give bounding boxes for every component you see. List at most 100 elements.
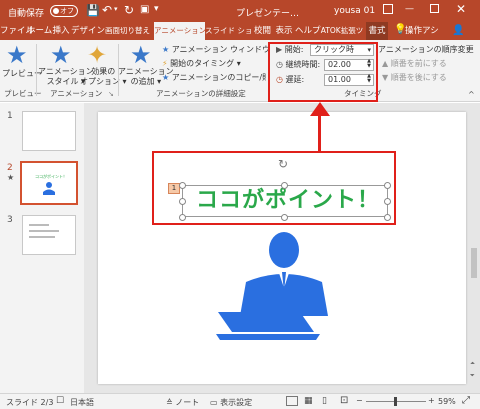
present-icon[interactable]: ▣: [140, 4, 149, 15]
user-name[interactable]: yousa 01: [334, 6, 375, 16]
callout-arrow-icon: [310, 102, 330, 116]
fit-to-window-icon[interactable]: ⤢: [462, 395, 470, 406]
powerpoint-window: 自動保存 オフ 💾 ↶ ▾ ↻ ▣ ▾ プレゼンテー… yousa 01 — ✕…: [0, 0, 480, 409]
thumbnail-figure: [43, 182, 55, 195]
tab-file[interactable]: ファイル: [0, 22, 34, 40]
normal-view-icon[interactable]: [286, 396, 298, 406]
tab-insert[interactable]: 挿入: [51, 22, 71, 40]
title-bar: 自動保存 オフ 💾 ↶ ▾ ↻ ▣ ▾ プレゼンテー… yousa 01 — ✕: [0, 0, 480, 22]
tab-animations[interactable]: アニメーション: [154, 22, 206, 40]
animation-window-icon: ★: [162, 45, 170, 54]
callout-arrow-line: [318, 112, 321, 152]
document-title: プレゼンテー…: [236, 9, 300, 19]
zoom-in-icon[interactable]: +: [428, 396, 435, 405]
autosave-label: 自動保存: [8, 9, 45, 19]
timing-highlight-box: [268, 42, 378, 102]
tab-view[interactable]: 表示: [273, 22, 295, 40]
maximize-icon[interactable]: [430, 4, 439, 13]
tab-review[interactable]: 校閲: [252, 22, 273, 40]
effect-options-icon[interactable]: ✦: [87, 43, 107, 67]
trigger-button[interactable]: ⚡ 開始のタイミング ▾: [162, 58, 241, 69]
zoom-level[interactable]: 59%: [438, 397, 456, 406]
tab-atok[interactable]: ATOK拡張ツ: [319, 22, 365, 40]
animation-star-icon: ★: [7, 173, 15, 182]
down-arrow-icon: ▼: [382, 73, 389, 82]
autosave-toggle[interactable]: オフ: [50, 5, 78, 17]
dialog-launcher-icon[interactable]: ↘: [108, 90, 114, 98]
animation-group-label: アニメーション: [50, 89, 103, 98]
move-earlier-label: 順番を前にする: [390, 59, 447, 68]
customize-qat-icon[interactable]: ▾: [154, 4, 159, 14]
notes-label: ノート: [175, 398, 200, 407]
tell-me-box[interactable]: 操作アシ: [405, 22, 443, 40]
divider: [36, 44, 37, 96]
animation-window-button[interactable]: ★ アニメーション ウィンドウ: [162, 44, 270, 55]
tab-format[interactable]: 書式: [366, 22, 388, 40]
slide-number: 3: [7, 215, 13, 225]
next-slide-icon[interactable]: ⏷: [470, 372, 475, 380]
up-arrow-icon: ▲: [382, 59, 389, 68]
slideshow-icon[interactable]: ⊡: [340, 395, 348, 406]
move-later-button[interactable]: ▼ 順番を後にする: [382, 72, 447, 83]
display-icon: ▭: [210, 398, 218, 407]
minimize-icon[interactable]: —: [405, 4, 414, 14]
collapse-ribbon-icon[interactable]: ^: [468, 90, 475, 99]
ribbon-display-icon[interactable]: [383, 4, 393, 14]
toggle-knob: [53, 8, 59, 14]
zoom-out-icon[interactable]: −: [356, 396, 363, 405]
add-animation-star-icon[interactable]: ★: [130, 43, 152, 67]
tab-home[interactable]: ホーム: [27, 22, 52, 40]
close-icon[interactable]: ✕: [456, 2, 466, 16]
animation-painter-icon: ★: [162, 73, 170, 82]
undo-icon[interactable]: ↶: [102, 3, 112, 17]
vertical-scrollbar[interactable]: ⏶ ⏷: [470, 108, 478, 388]
scrollbar-thumb[interactable]: [471, 248, 477, 278]
ribbon: ★ プレビュー プレビュー ★ アニメーション スタイル ▾ ✦ 効果の オプシ…: [0, 40, 480, 102]
preview-star-icon[interactable]: ★: [6, 43, 28, 67]
status-bar: スライド 2/3 ☐ 日本語 ≙ ノート ▭ 表示設定 ▦ ▯ ⊡ − + 59…: [0, 393, 480, 409]
animation-painter-label: アニメーションのコピー/貼り付け: [171, 73, 266, 82]
advanced-animation-group-label: アニメーションの詳細設定: [156, 89, 246, 98]
slide-counter: スライド 2/3: [6, 398, 54, 407]
slide-thumbnail-1[interactable]: [22, 111, 76, 151]
reading-view-icon[interactable]: ▯: [322, 396, 327, 406]
thumbnail-line: [29, 230, 59, 232]
spellcheck-icon[interactable]: ☐: [56, 396, 64, 406]
trigger-label: 開始のタイミング ▾: [170, 59, 241, 68]
ribbon-tabs: ファイル ホーム 挿入 デザイン 画面切り替え アニメーション スライド ショー…: [0, 22, 480, 40]
tab-transitions[interactable]: 画面切り替え: [101, 22, 154, 40]
slide-sorter-icon[interactable]: ▦: [304, 396, 313, 406]
zoom-slider-handle[interactable]: [394, 397, 397, 406]
thumbnail-line: [29, 236, 55, 238]
undo-dropdown-icon[interactable]: ▾: [114, 5, 118, 13]
display-settings-button[interactable]: ▭ 表示設定: [210, 397, 252, 408]
share-icon[interactable]: 👤: [452, 25, 464, 36]
heading-highlight-box: [152, 151, 396, 225]
reorder-title: アニメーションの順序変更: [378, 45, 474, 54]
trigger-icon: ⚡: [162, 59, 168, 68]
previous-slide-icon[interactable]: ⏶: [470, 360, 475, 368]
businessman-figure[interactable]: [216, 230, 352, 342]
animation-window-label: アニメーション ウィンドウ: [171, 45, 270, 54]
slide-number: 2: [7, 163, 13, 173]
save-icon[interactable]: 💾: [86, 4, 100, 17]
move-later-label: 順番を後にする: [390, 73, 447, 82]
animation-style-star-icon[interactable]: ★: [50, 43, 72, 67]
slide-thumbnail-pane: 1 2 ★ ココがポイント！ 3: [0, 103, 84, 393]
language-indicator[interactable]: 日本語: [70, 397, 94, 408]
autosave-state: オフ: [60, 7, 74, 15]
redo-icon[interactable]: ↻: [124, 3, 134, 17]
thumbnail-text: ココがポイント！: [35, 174, 67, 179]
tab-design[interactable]: デザイン: [71, 22, 105, 40]
notes-button[interactable]: ≙ ノート: [166, 397, 199, 408]
tab-slideshow[interactable]: スライド ショー: [205, 22, 252, 40]
move-earlier-button[interactable]: ▲ 順番を前にする: [382, 58, 447, 69]
slide-thumbnail-2[interactable]: ココがポイント！: [20, 161, 78, 205]
slide-thumbnail-3[interactable]: [22, 215, 76, 255]
display-settings-label: 表示設定: [220, 398, 253, 407]
tab-help[interactable]: ヘルプ: [295, 22, 321, 40]
thumbnail-line: [29, 224, 49, 226]
notes-icon: ≙: [166, 398, 173, 407]
animation-painter-button[interactable]: ★ アニメーションのコピー/貼り付け: [162, 72, 266, 83]
slide-number: 1: [7, 111, 13, 121]
